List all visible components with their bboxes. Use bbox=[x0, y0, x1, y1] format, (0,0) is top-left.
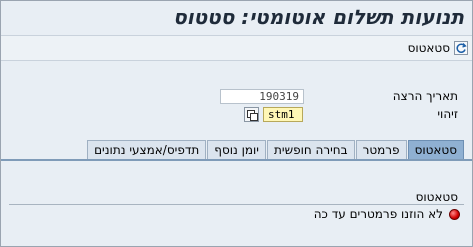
status-message: לא הוזנו פרמטרים עד כה bbox=[313, 207, 443, 221]
app-window: תנועות תשלום אוטומטי: סטטוס סטאטוס תאריך… bbox=[0, 0, 473, 247]
tab-body bbox=[1, 163, 472, 187]
application-toolbar: סטאטוס bbox=[1, 35, 472, 61]
run-date-label: תאריך הרצה bbox=[392, 89, 458, 103]
tab-additional-log[interactable]: יומן נוסף bbox=[207, 140, 266, 159]
divider bbox=[9, 204, 464, 205]
status-button[interactable]: סטאטוס bbox=[408, 41, 468, 55]
page-title: תנועות תשלום אוטומטי: סטטוס bbox=[173, 5, 464, 29]
status-button-label: סטאטוס bbox=[407, 41, 450, 55]
status-message-row: לא הוזנו פרמטרים עד כה bbox=[314, 207, 460, 221]
tab-free-selection[interactable]: בחירה חופשית bbox=[267, 140, 355, 159]
status-panel-title: סטאטוס bbox=[415, 190, 458, 204]
id-field[interactable]: stm1 bbox=[263, 107, 303, 122]
value-help-icon[interactable] bbox=[244, 107, 259, 122]
status-panel: סטאטוס לא הוזנו פרמטרים עד כה bbox=[1, 187, 472, 247]
tab-strip: סטאטוס פרמטר בחירה חופשית יומן נוסף תדפי… bbox=[1, 140, 472, 161]
id-label: זיהוי bbox=[437, 107, 458, 121]
title-bar: תנועות תשלום אוטומטי: סטטוס bbox=[1, 1, 472, 33]
red-traffic-light-icon bbox=[449, 208, 460, 220]
refresh-icon bbox=[454, 41, 468, 55]
selection-form: תאריך הרצה 190319 זיהוי stm1 bbox=[1, 85, 472, 125]
tab-status[interactable]: סטאטוס bbox=[407, 140, 464, 159]
run-date-field[interactable]: 190319 bbox=[220, 89, 304, 104]
tab-parameter[interactable]: פרמטר bbox=[355, 140, 407, 159]
tab-printout-data-medium[interactable]: תדפיס/אמצעי נתונים bbox=[87, 140, 207, 159]
